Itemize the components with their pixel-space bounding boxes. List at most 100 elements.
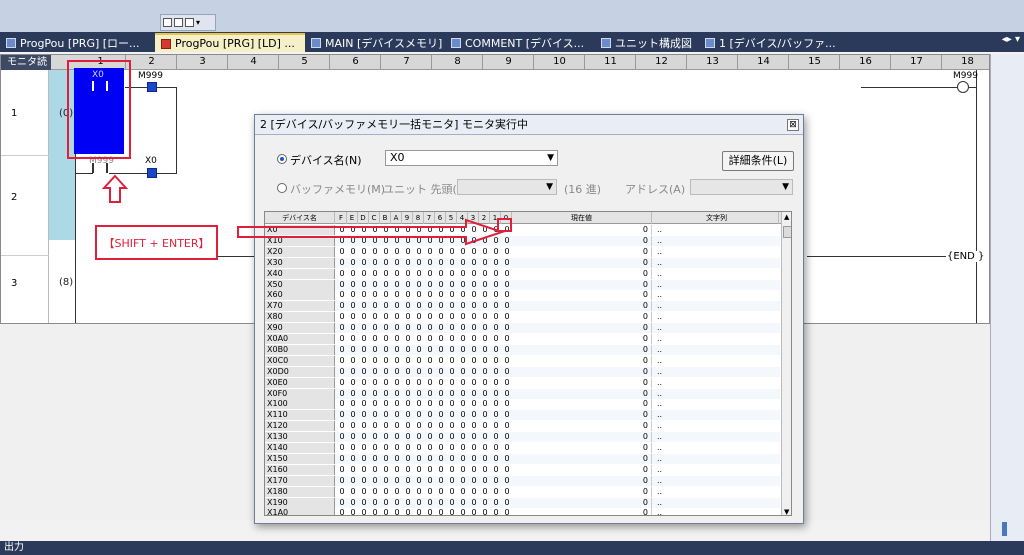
close-icon[interactable]: ⊠: [787, 119, 799, 131]
grid-bit-value: 0: [339, 410, 345, 420]
tab-scroll-controls[interactable]: ◂▸ ▾: [1002, 34, 1020, 45]
grid-bit-value: 0: [471, 344, 477, 354]
grid-bit-value: 0: [394, 301, 400, 311]
dropdown-icon[interactable]: ▾: [196, 18, 200, 27]
grid-bit-value: 0: [493, 257, 499, 267]
grid-row[interactable]: X100 0 0 0 0 0 0 0 0 0 0 0 0 0 0 0 0 0..: [265, 399, 780, 410]
detail-conditions-button[interactable]: 詳細条件(L): [722, 151, 794, 171]
grid-bit-value: 0: [383, 443, 389, 452]
grid-row[interactable]: X150 0 0 0 0 0 0 0 0 0 0 0 0 0 0 0 0 0..: [265, 453, 780, 464]
grid-row[interactable]: X0D0 0 0 0 0 0 0 0 0 0 0 0 0 0 0 0 0 0..: [265, 366, 780, 377]
address-combo[interactable]: ▼: [690, 179, 793, 195]
grid-device-name: X90: [265, 323, 335, 334]
grid-bit-value: 0: [504, 388, 510, 398]
grid-bit-value: 0: [449, 312, 455, 322]
grid-bit-value: 0: [438, 366, 444, 376]
grid-bit-value: 0: [361, 334, 367, 343]
grid-bit-value: 0: [350, 246, 356, 256]
grid-row[interactable]: X30 0 0 0 0 0 0 0 0 0 0 0 0 0 0 0 0 0..: [265, 257, 780, 268]
grid-bit-value: 0: [493, 355, 499, 365]
grid-row[interactable]: X40 0 0 0 0 0 0 0 0 0 0 0 0 0 0 0 0 0..: [265, 268, 780, 279]
tab-device-buffer-monitor[interactable]: 1 [デバイス/バッファ...: [699, 33, 839, 52]
grid-bit-value: 0: [350, 268, 356, 278]
grid-row[interactable]: X110 0 0 0 0 0 0 0 0 0 0 0 0 0 0 0 0 0..: [265, 410, 780, 421]
device-name-combo[interactable]: X0 ▼: [385, 150, 558, 166]
editor-vertical-scrollbar[interactable]: [990, 54, 1024, 541]
scrollbar-thumb[interactable]: [1002, 522, 1007, 536]
grid-row[interactable]: X60 0 0 0 0 0 0 0 0 0 0 0 0 0 0 0 0 0..: [265, 290, 780, 301]
monitor-grid[interactable]: デバイス名 F E D C B A 9 8 7 6 5 4 3 2 1 0 現在値 文字列 X0 0 0 0 0 0 0 0 0 0 0…: [264, 211, 792, 516]
grid-bit-value: 0: [471, 388, 477, 398]
grid-bit-value: 0: [405, 464, 411, 474]
grid-current-value: 0: [512, 443, 652, 453]
grid-row[interactable]: X90 0 0 0 0 0 0 0 0 0 0 0 0 0 0 0 0 0..: [265, 323, 780, 334]
device-buffer-batch-monitor-dialog[interactable]: 2 [デバイス/バッファメモリ一括モニタ] モニタ実行中 ⊠ デバイス名(N) …: [254, 114, 804, 524]
grid-bit-value: 0: [394, 366, 400, 376]
grid-row[interactable]: X0A0 0 0 0 0 0 0 0 0 0 0 0 0 0 0 0 0 0..: [265, 334, 780, 344]
m999-output-coil[interactable]: [957, 81, 969, 93]
m999-coil-contact[interactable]: [147, 82, 157, 92]
grid-string-value: ..: [657, 432, 663, 442]
grid-scroll-thumb[interactable]: [783, 226, 791, 238]
tab-main-device-memory[interactable]: MAIN [デバイスメモリ]: [305, 33, 445, 52]
grid-row[interactable]: X0C0 0 0 0 0 0 0 0 0 0 0 0 0 0 0 0 0 0..: [265, 355, 780, 366]
grid-row[interactable]: X20 0 0 0 0 0 0 0 0 0 0 0 0 0 0 0 0 0..: [265, 246, 780, 257]
grid-bit-value: 0: [438, 323, 444, 333]
grid-row[interactable]: X170 0 0 0 0 0 0 0 0 0 0 0 0 0 0 0 0 0..: [265, 475, 780, 486]
grid-bit-value: 0: [449, 508, 455, 516]
m999-contact-symbol[interactable]: [92, 163, 108, 173]
grid-bit-value: 0: [504, 508, 510, 516]
grid-bit-value: 0: [405, 323, 411, 333]
scroll-up-icon[interactable]: ▲: [784, 213, 789, 221]
grid-bit-value: 0: [493, 323, 499, 333]
grid-bit-value: 0: [504, 366, 510, 376]
tab-unit-config[interactable]: ユニット構成図: [595, 33, 699, 52]
grid-icon[interactable]: [163, 18, 172, 27]
scroll-down-icon[interactable]: ▼: [784, 508, 789, 515]
column-number: 11: [604, 56, 617, 67]
buffer-memory-radio[interactable]: [277, 183, 287, 193]
grid-device-name: X130: [265, 432, 335, 443]
x0-coil-contact[interactable]: [147, 168, 157, 178]
grid-bit-value: 0: [471, 410, 477, 420]
grid-row[interactable]: X80 0 0 0 0 0 0 0 0 0 0 0 0 0 0 0 0 0..: [265, 312, 780, 323]
grid-current-value: 0: [512, 290, 652, 301]
grid-row[interactable]: X130 0 0 0 0 0 0 0 0 0 0 0 0 0 0 0 0 0..: [265, 432, 780, 443]
tab-comment[interactable]: COMMENT [デバイス...: [445, 33, 595, 52]
branch-wire: [176, 87, 177, 174]
grid-bit-value: 0: [405, 257, 411, 267]
mini-toolbar[interactable]: ▾: [160, 14, 216, 31]
device-name-radio[interactable]: [277, 154, 287, 164]
end-instruction[interactable]: {END }: [946, 251, 986, 262]
grid-row[interactable]: X180 0 0 0 0 0 0 0 0 0 0 0 0 0 0 0 0 0..: [265, 486, 780, 497]
grid-bit-value: 0: [405, 377, 411, 387]
grid-row[interactable]: X50 0 0 0 0 0 0 0 0 0 0 0 0 0 0 0 0 0..: [265, 279, 780, 290]
tab-progpou-ld[interactable]: ProgPou [PRG] [LD] ...: [155, 33, 305, 52]
grid-bit-value: 0: [493, 508, 499, 516]
grid-string-value: ..: [657, 301, 663, 311]
grid-bit-value: 0: [350, 410, 356, 420]
grid-string-value: ..: [657, 421, 663, 431]
grid-bit-value: 0: [339, 388, 345, 398]
grid-row[interactable]: X160 0 0 0 0 0 0 0 0 0 0 0 0 0 0 0 0 0..: [265, 464, 780, 475]
grid-bit-value: 0: [471, 508, 477, 516]
highlight-box-x0: [67, 60, 131, 159]
window-icon[interactable]: [185, 18, 194, 27]
grid-row[interactable]: X0F0 0 0 0 0 0 0 0 0 0 0 0 0 0 0 0 0 0..: [265, 388, 780, 399]
grid-row[interactable]: X190 0 0 0 0 0 0 0 0 0 0 0 0 0 0 0 0 0..: [265, 497, 780, 508]
tab-progpou-local[interactable]: ProgPou [PRG] [ロー...: [0, 33, 155, 52]
grid-row[interactable]: X0E0 0 0 0 0 0 0 0 0 0 0 0 0 0 0 0 0 0..: [265, 377, 780, 388]
grid-bit-value: 0: [372, 399, 378, 409]
grid-bit-value: 0: [372, 486, 378, 496]
grid-row[interactable]: X140 0 0 0 0 0 0 0 0 0 0 0 0 0 0 0 0 0..: [265, 443, 780, 453]
grid-row[interactable]: X70 0 0 0 0 0 0 0 0 0 0 0 0 0 0 0 0 0..: [265, 301, 780, 312]
grid-row[interactable]: X120 0 0 0 0 0 0 0 0 0 0 0 0 0 0 0 0 0..: [265, 421, 780, 432]
monitor-icon[interactable]: [174, 18, 183, 27]
grid-row[interactable]: X1A0 0 0 0 0 0 0 0 0 0 0 0 0 0 0 0 0 0..: [265, 508, 780, 516]
grid-current-value: 0: [512, 246, 652, 257]
grid-bit-value: 0: [350, 486, 356, 496]
grid-current-value: 0: [512, 421, 652, 432]
grid-scrollbar[interactable]: ▲ ▼: [781, 212, 791, 515]
unit-start-combo[interactable]: ▼: [457, 179, 557, 195]
grid-row[interactable]: X0B0 0 0 0 0 0 0 0 0 0 0 0 0 0 0 0 0 0..: [265, 344, 780, 355]
